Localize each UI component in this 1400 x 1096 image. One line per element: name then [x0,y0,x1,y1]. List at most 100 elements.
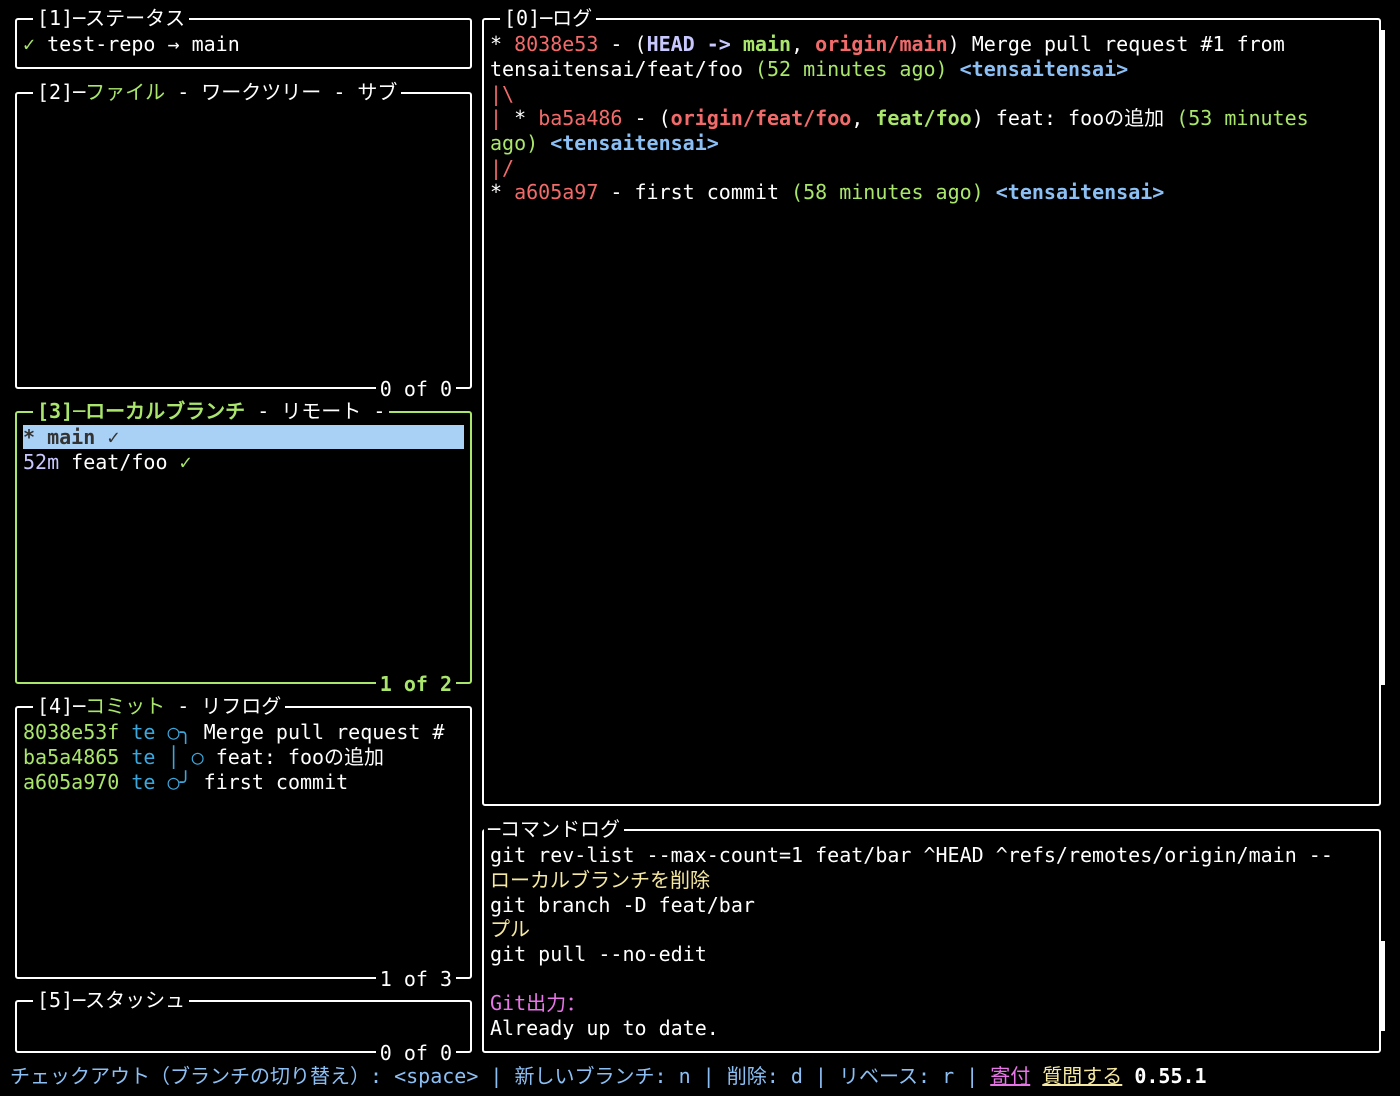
commit-hash: ba5a4865 [23,745,120,769]
stash-panel[interactable]: [5]─スタッシュ 0 of 0 [15,988,472,1065]
commit-message: Merge pull request # [203,720,445,744]
branches-panel[interactable]: [3]─ローカルブランチ - リモート - * main ✓ 52m feat/… [15,399,472,696]
command-log-line: git branch -D feat/bar [490,893,755,917]
tab-local-branches[interactable]: [3]─ローカルブランチ [37,399,245,423]
log-line: * a605a97 - first commit (58 minutes ago… [490,180,1373,204]
commit-author: te [131,745,156,769]
log-time: (53 minutes [1176,106,1309,130]
status-panel-title: [1]─ステータス [33,6,190,30]
log-message: ) feat: fooの追加 [971,106,1177,130]
branches-title-other-tabs[interactable]: - リモート - [245,399,385,423]
files-title-other-tabs[interactable]: - ワークツリー - サブ [165,80,397,104]
log-line: |/ [490,156,1373,180]
commit-graph-icon: ○╮ [167,720,192,744]
branch-item-main[interactable]: * main ✓ [23,425,464,449]
branch-name: main [47,425,108,449]
log-message: tensaitensai/feat/foo [490,57,755,81]
commits-title-number: [4]─ [37,694,86,718]
tab-commits[interactable]: コミット [85,694,165,718]
files-panel-title: [2]─ファイル - ワークツリー - サブ [33,80,402,104]
commit-author: te [131,720,156,744]
log-branch-ref: main [742,32,792,56]
command-log-line [490,967,1373,991]
files-count: 0 of 0 [375,377,456,401]
graph-line: |\ [490,82,515,106]
commit-hash: 8038e53f [23,720,120,744]
command-log-line: Already up to date. [490,1016,719,1040]
command-log-line: git rev-list --max-count=1 feat/bar ^HEA… [490,843,1333,867]
branches-count: 1 of 2 [375,672,456,696]
commit-graph-icon: │ ○ [167,745,204,769]
log-author: <tensaitensai> [995,180,1165,204]
log-author: <tensaitensai> [959,57,1129,81]
version-label: 0.55.1 [1134,1064,1207,1088]
graph-line: | [490,106,515,130]
branches-panel-title: [3]─ローカルブランチ - リモート - [33,399,390,423]
log-panel[interactable]: [0]─ログ * 8038e53 - (HEAD -> main, origin… [482,6,1385,806]
log-remote-ref: origin/feat/foo [670,106,852,130]
log-hash: ba5a486 [538,106,623,130]
log-sep: - ( [598,32,647,56]
log-time: (58 minutes ago) [791,180,984,204]
tab-files[interactable]: ファイル [85,80,165,104]
commit-message: first commit [203,770,349,794]
log-time: ago) [490,131,539,155]
commit-author: te [131,770,156,794]
log-panel-title: [0]─ログ [500,6,597,30]
commit-graph-icon: ○╯ [167,770,192,794]
stash-panel-title: [5]─スタッシュ [33,988,190,1012]
log-sep: , [851,106,876,130]
log-line: ago) <tensaitensai> [490,131,1373,155]
branch-item-feat-foo[interactable]: 52m feat/foo ✓ [23,450,464,474]
log-message: - first commit [598,180,792,204]
command-log-panel[interactable]: ─コマンドログ git rev-list --max-count=1 feat/… [482,817,1385,1053]
command-log-scrollbar[interactable] [1381,941,1385,1031]
log-branch-ref: feat/foo [875,106,972,130]
branch-check-icon: ✓ [179,450,192,474]
log-line: tensaitensai/feat/foo (52 minutes ago) <… [490,57,1373,81]
commit-row[interactable]: a605a970 te ○╯ first commit [23,770,464,794]
commits-count: 1 of 3 [375,967,456,991]
command-log-line: git pull --no-edit [490,942,707,966]
log-remote-ref: origin/main [815,32,948,56]
branch-age: 52m [23,450,72,474]
graph-line: |/ [490,156,515,180]
log-head-ref: HEAD -> [646,32,743,56]
stash-count: 0 of 0 [375,1041,456,1065]
status-panel[interactable]: [1]─ステータス ✓ test-repo → main [15,6,472,69]
log-line: |\ [490,82,1373,106]
commit-message: feat: fooの追加 [215,745,385,769]
log-scrollbar[interactable] [1381,30,1385,685]
commits-title-other-tabs[interactable]: - リフログ [165,694,281,718]
keybinding-hints: チェックアウト（ブランチの切り替え）: <space> | 新しいブランチ: n… [10,1064,991,1088]
files-title-number: [2]─ [37,80,86,104]
log-time: (52 minutes ago) [754,57,948,81]
branch-name: feat/foo [71,450,180,474]
command-log-line: Git出力： [490,991,587,1015]
commits-panel[interactable]: [4]─コミット - リフログ 8038e53f te ○╮ Merge pul… [15,694,472,991]
donate-link[interactable]: 寄付 [990,1064,1030,1088]
graph-star: * [514,106,539,130]
graph-star: * [490,180,515,204]
log-hash: 8038e53 [514,32,599,56]
log-author: <tensaitensai> [550,131,719,155]
files-panel[interactable]: [2]─ファイル - ワークツリー - サブ 0 of 0 [15,80,472,401]
commit-row[interactable]: ba5a4865 te │ ○ feat: fooの追加 [23,745,464,769]
log-sep: , [791,32,816,56]
log-line: * 8038e53 - (HEAD -> main, origin/main) … [490,32,1373,56]
log-line: | * ba5a486 - (origin/feat/foo, feat/foo… [490,106,1373,130]
graph-star: * [490,32,515,56]
repo-branch-text: test-repo → main [47,32,240,56]
command-log-line: プル [490,917,530,941]
ask-question-link[interactable]: 質問する [1042,1064,1122,1088]
command-log-line: ローカルブランチを削除 [490,868,710,892]
log-message: ) Merge pull request #1 from [947,32,1285,56]
log-sep: - ( [622,106,671,130]
commit-row[interactable]: 8038e53f te ○╮ Merge pull request # [23,720,464,744]
log-hash: a605a97 [514,180,599,204]
keybinding-footer: チェックアウト（ブランチの切り替え）: <space> | 新しいブランチ: n… [10,1063,1388,1089]
command-log-title: ─コマンドログ [484,817,625,841]
branch-check-icon: ✓ [107,425,120,449]
branch-age: * [23,425,48,449]
status-line: ✓ test-repo → main [23,32,464,56]
